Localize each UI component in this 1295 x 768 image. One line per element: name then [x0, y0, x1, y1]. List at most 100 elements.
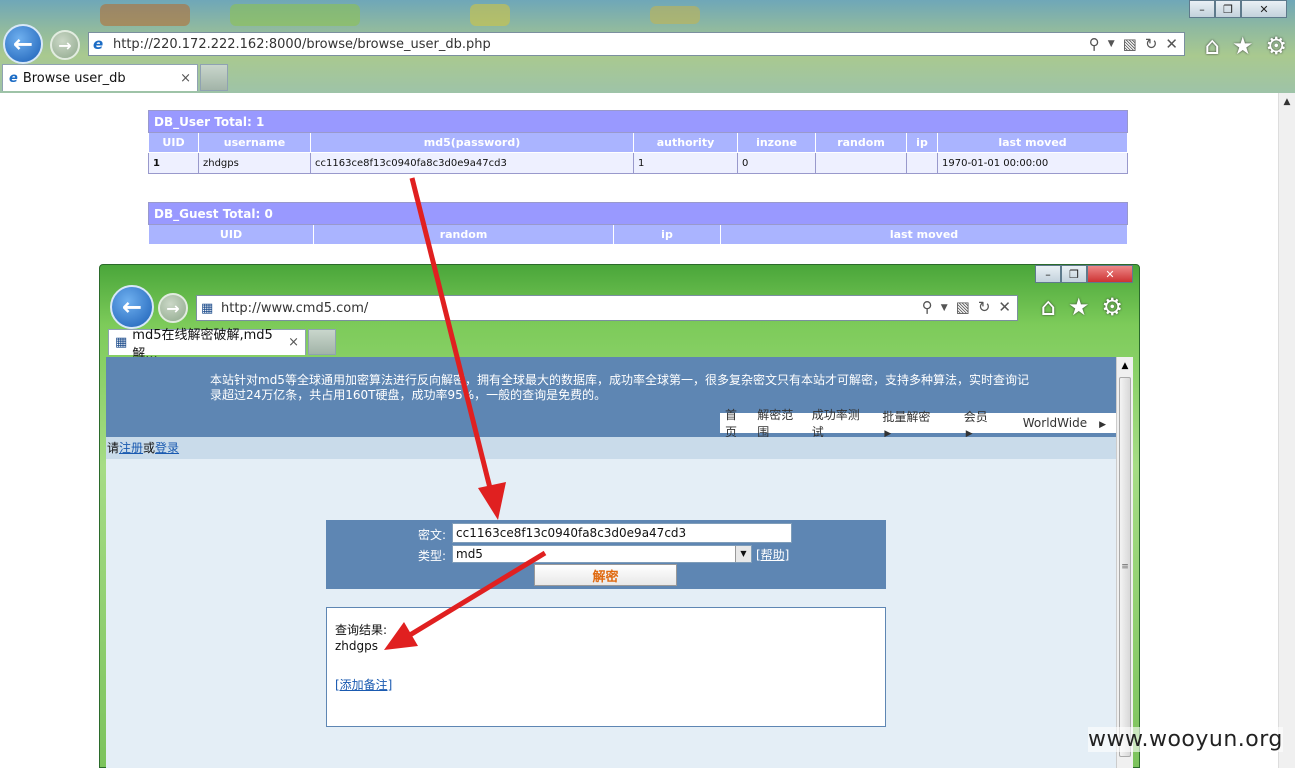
result-box: 查询结果: zhdgps [添加备注]	[326, 607, 886, 727]
inner-window-controls: – ❐ ✕	[1035, 265, 1133, 283]
address-bar[interactable]: ▦ http://www.cmd5.com/ ⚲ ▼ ▧ ↻ ✕	[196, 295, 1018, 321]
maximize-button[interactable]: ❐	[1215, 0, 1241, 18]
help-link[interactable]: [帮助]	[756, 546, 789, 563]
compat-view-icon[interactable]: ▧	[1123, 35, 1137, 53]
search-icon[interactable]: ⚲	[1089, 35, 1100, 53]
cell-last-moved: 1970-01-01 00:00:00	[937, 152, 1128, 174]
login-link[interactable]: 登录	[155, 441, 179, 455]
type-select[interactable]: md5 ▼	[452, 545, 752, 563]
inner-scrollbar[interactable]: ▲ ≡	[1116, 357, 1133, 768]
tab-title: Browse user_db	[22, 70, 126, 86]
db-user-caption: DB_User Total: 1	[148, 110, 1128, 133]
dropdown-icon[interactable]: ▼	[1108, 35, 1115, 53]
cmd5-banner: 本站针对md5等全球通用加密算法进行反向解密，拥有全球最大的数据库，成功率全球第…	[106, 357, 1116, 439]
col-random: random	[313, 224, 614, 245]
cell-authority: 1	[633, 152, 738, 174]
menu-item-worldwide-label: WorldWide	[1022, 416, 1088, 430]
site-menu: 首页 解密范围 成功率测试 批量解密▶ 会员▶ WorldWide ▶	[720, 408, 1116, 439]
refresh-icon[interactable]: ↻	[1145, 35, 1158, 53]
scroll-up-arrow-icon[interactable]: ▲	[1279, 93, 1295, 110]
favorites-icon[interactable]: ★	[1232, 32, 1254, 60]
menu-item-worldwide[interactable]: WorldWide ▶	[1013, 416, 1116, 430]
forward-button[interactable]: →	[50, 30, 80, 60]
caret-right-icon: ▶	[1099, 420, 1106, 430]
db-guest-caption: DB_Guest Total: 0	[148, 202, 1128, 225]
login-bar: 请注册或登录	[106, 437, 1116, 459]
minimize-button[interactable]: –	[1189, 0, 1215, 18]
menu-item-home[interactable]: 首页	[720, 406, 752, 440]
tab-browse-user-db[interactable]: e Browse user_db ×	[2, 64, 198, 91]
address-url[interactable]: http://220.172.222.162:8000/browse/brows…	[113, 37, 1089, 52]
col-uid: UID	[148, 132, 199, 153]
ie-tab-icon: e	[9, 70, 18, 86]
col-ip: ip	[613, 224, 721, 245]
site-description: 本站针对md5等全球通用加密算法进行反向解密，拥有全球最大的数据库，成功率全球第…	[210, 373, 1029, 402]
tab-close-icon[interactable]: ×	[288, 335, 299, 350]
cell-ip	[906, 152, 938, 174]
chevron-down-icon[interactable]: ▼	[735, 546, 751, 562]
menu-item-batch-label: 批量解密	[882, 409, 931, 424]
maximize-button[interactable]: ❐	[1061, 265, 1087, 283]
table-row: 1 zhdgps cc1163ce8f13c0940fa8c3d0e9a47cd…	[148, 152, 1128, 174]
col-username: username	[198, 132, 311, 153]
outer-scrollbar[interactable]: ▲	[1278, 93, 1295, 768]
menu-item-batch[interactable]: 批量解密▶	[872, 408, 953, 439]
back-arrow-icon: ←	[12, 30, 34, 58]
login-or: 或	[143, 441, 156, 455]
ie-logo-icon: e	[93, 35, 104, 53]
scroll-up-arrow-icon[interactable]: ▲	[1117, 357, 1133, 374]
result-title: 查询结果:	[335, 623, 388, 637]
close-window-button[interactable]: ✕	[1241, 0, 1287, 18]
scroll-thumb[interactable]: ≡	[1119, 377, 1131, 757]
home-icon[interactable]: ⌂	[1205, 32, 1220, 60]
favorites-icon[interactable]: ★	[1068, 293, 1090, 321]
cipher-input[interactable]: cc1163ce8f13c0940fa8c3d0e9a47cd3	[452, 523, 792, 543]
db-user-table: DB_User Total: 1 UID username md5(passwo…	[148, 110, 1128, 174]
tab-close-icon[interactable]: ×	[180, 71, 191, 86]
cmd5-page: 本站针对md5等全球通用加密算法进行反向解密，拥有全球最大的数据库，成功率全球第…	[106, 357, 1116, 768]
forward-button[interactable]: →	[158, 293, 188, 323]
inner-browser-window: – ❐ ✕ ← → ▦ http://www.cmd5.com/ ⚲ ▼ ▧ ↻…	[99, 264, 1140, 768]
tab-title: md5在线解密破解,md5解...	[132, 327, 273, 362]
stop-icon[interactable]: ✕	[998, 298, 1011, 318]
back-arrow-icon: ←	[121, 293, 143, 321]
register-link[interactable]: 注册	[119, 441, 143, 455]
menu-item-success-test[interactable]: 成功率测试	[807, 406, 873, 440]
col-md5-password: md5(password)	[310, 132, 634, 153]
col-last-moved: last moved	[937, 132, 1128, 153]
col-last-moved: last moved	[720, 224, 1128, 245]
col-random: random	[815, 132, 907, 153]
site-favicon-icon: ▦	[201, 300, 214, 316]
cell-uid: 1	[148, 152, 199, 174]
compat-view-icon[interactable]: ▧	[956, 298, 970, 318]
settings-icon[interactable]: ⚙	[1101, 293, 1123, 321]
refresh-icon[interactable]: ↻	[978, 298, 991, 318]
address-url[interactable]: http://www.cmd5.com/	[221, 301, 922, 316]
settings-icon[interactable]: ⚙	[1265, 32, 1287, 60]
cell-md5: cc1163ce8f13c0940fa8c3d0e9a47cd3	[310, 152, 634, 174]
add-note-link[interactable]: [添加备注]	[335, 676, 392, 693]
back-button[interactable]: ←	[3, 24, 43, 64]
menu-item-range[interactable]: 解密范围	[752, 406, 807, 440]
minimize-button[interactable]: –	[1035, 265, 1061, 283]
new-tab-button[interactable]	[308, 329, 336, 355]
close-window-button[interactable]: ✕	[1087, 265, 1133, 283]
home-icon[interactable]: ⌂	[1041, 293, 1056, 321]
dropdown-icon[interactable]: ▼	[941, 298, 948, 318]
cell-random	[815, 152, 907, 174]
menu-item-member-label: 会员	[963, 409, 988, 424]
decrypt-button[interactable]: 解密	[534, 564, 677, 586]
cipher-label: 密文:	[418, 528, 447, 542]
decrypt-form: 密文: cc1163ce8f13c0940fa8c3d0e9a47cd3 类型:…	[326, 520, 886, 589]
back-button[interactable]: ←	[110, 285, 154, 329]
col-authority: authority	[633, 132, 738, 153]
watermark: www.wooyun.org	[1088, 727, 1283, 752]
tab-cmd5[interactable]: ▦ md5在线解密破解,md5解... ×	[108, 328, 306, 362]
type-label: 类型:	[418, 549, 447, 563]
stop-icon[interactable]: ✕	[1165, 35, 1178, 53]
address-bar[interactable]: e http://220.172.222.162:8000/browse/bro…	[88, 32, 1185, 56]
search-icon[interactable]: ⚲	[922, 298, 933, 318]
menu-item-member[interactable]: 会员▶	[954, 408, 1013, 439]
forward-arrow-icon: →	[58, 35, 72, 55]
new-tab-button[interactable]	[200, 64, 228, 91]
